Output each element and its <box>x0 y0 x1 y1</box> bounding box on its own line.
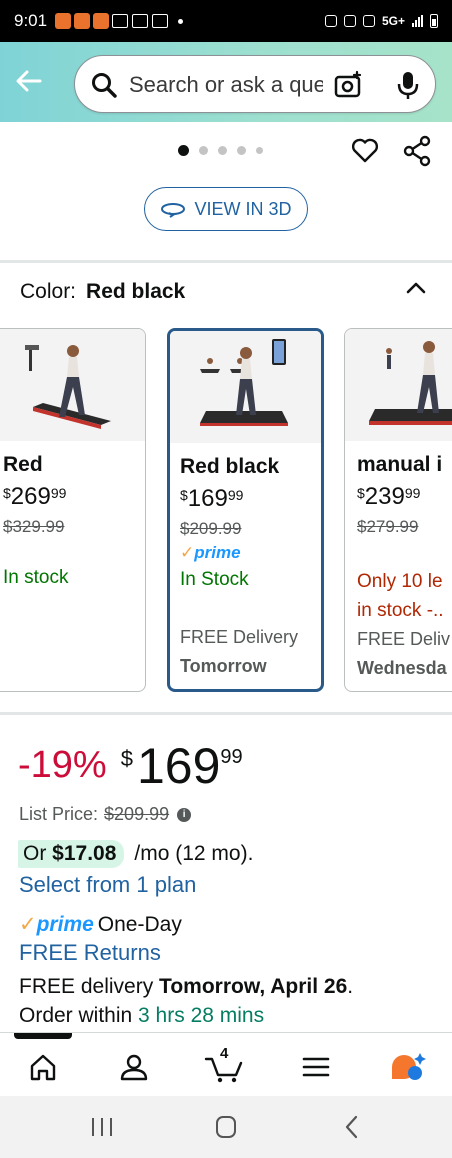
variant-stock: In stock <box>3 567 69 588</box>
discount-percent: -19% <box>18 744 107 786</box>
home-icon[interactable] <box>23 1047 63 1087</box>
notification-app-icon <box>93 13 110 29</box>
section-divider <box>0 712 452 715</box>
view-in-3d-button[interactable]: VIEW IN 3D <box>144 187 308 231</box>
monthly-payment: Or $17.08 /mo (12 mo). <box>18 840 253 868</box>
more-notifications-dot <box>178 18 184 24</box>
selected-color: Red black <box>86 280 186 303</box>
list-price-label: List Price: <box>19 804 99 824</box>
notification-app-icon <box>74 13 91 29</box>
cart-count: 4 <box>220 1045 229 1062</box>
active-tab-indicator <box>14 1033 72 1039</box>
prime-badge-placeholder <box>357 541 452 563</box>
prime-badge-placeholder <box>3 541 145 563</box>
chevron-up-icon[interactable] <box>404 278 428 298</box>
signal-icon <box>412 15 423 27</box>
variant-price: $239 99 <box>357 483 421 510</box>
rufus-icon[interactable] <box>388 1047 428 1087</box>
variant-list-price: $329.99 <box>3 517 65 536</box>
status-bar: 9:01 5G+ <box>0 0 452 42</box>
system-navigation-bar <box>0 1096 452 1158</box>
prime-check-icon: ✓ <box>19 913 37 936</box>
search-icon[interactable] <box>91 72 117 98</box>
variant-image <box>0 329 145 441</box>
search-input[interactable] <box>129 70 323 100</box>
carousel-dot[interactable] <box>199 146 208 155</box>
prime-badge: ✓prime <box>180 543 241 562</box>
carousel-dot[interactable] <box>218 146 227 155</box>
prime-logo: ✓prime <box>19 913 94 936</box>
menu-icon[interactable] <box>296 1047 336 1087</box>
carousel-dot[interactable] <box>178 145 189 156</box>
share-icon[interactable] <box>402 135 432 167</box>
delivery-date: Tomorrow, April 26 <box>159 975 348 998</box>
color-option-manual[interactable]: manual i $239 99 $279.99 Only 10 le in st… <box>344 328 452 692</box>
info-icon[interactable]: i <box>177 807 192 822</box>
variant-list-price: $209.99 <box>180 519 242 538</box>
prime-check-icon: ✓ <box>180 543 195 562</box>
back-arrow-icon[interactable] <box>14 66 44 96</box>
notification-icon <box>132 14 149 28</box>
monthly-suffix: /mo (12 mo). <box>134 842 254 865</box>
account-icon[interactable] <box>114 1047 154 1087</box>
list-price: List Price: $209.99 i <box>19 804 192 825</box>
recent-apps-icon[interactable] <box>87 1114 117 1140</box>
price-cents: 99 <box>220 746 243 768</box>
carousel-dot[interactable] <box>256 147 263 154</box>
section-divider <box>0 260 452 263</box>
status-icons: 5G+ <box>324 14 438 28</box>
select-plan-link[interactable]: Select from 1 plan <box>19 872 196 898</box>
monthly-highlight: Or $17.08 <box>18 840 125 868</box>
prime-one-day: ✓prime One-Day <box>19 912 182 937</box>
rotate-3d-icon <box>161 203 186 218</box>
cart-icon[interactable]: 4 <box>204 1045 244 1087</box>
price-currency: $ <box>120 746 133 771</box>
variant-delivery: FREE Delivery Tomorrow <box>180 627 299 676</box>
color-label: Color: <box>20 280 77 303</box>
status-time: 9:01 <box>14 11 48 30</box>
camera-search-icon[interactable] <box>333 70 363 100</box>
color-option-red-black[interactable]: Red black $169 99 $209.99 ✓prime In Stock… <box>167 328 324 692</box>
mute-icon <box>362 15 375 27</box>
carousel-dot[interactable] <box>237 146 246 155</box>
variant-name: Red <box>3 453 43 476</box>
color-option-red[interactable]: Red $269 99 $329.99 In stock <box>0 328 146 692</box>
variant-delivery: FREE Deliv Wednesda <box>357 629 451 678</box>
notification-icon <box>152 14 169 28</box>
heart-icon[interactable] <box>350 135 380 165</box>
countdown-time: 3 hrs 28 mins <box>138 1004 265 1027</box>
alarm-icon <box>343 15 356 27</box>
notification-icon <box>112 14 129 28</box>
notification-app-icon <box>55 13 72 29</box>
nfc-icon <box>324 15 337 27</box>
variant-image <box>170 331 321 443</box>
variant-price: $269 99 <box>3 483 67 510</box>
back-button-icon[interactable] <box>337 1114 367 1140</box>
free-returns-link[interactable]: FREE Returns <box>19 940 161 966</box>
variant-list-price: $279.99 <box>357 517 419 536</box>
color-selector-header[interactable]: Color: Red black <box>20 280 185 304</box>
variant-stock: In Stock <box>180 569 249 590</box>
variant-stock: Only 10 le in stock -.. <box>357 571 444 621</box>
home-button-icon[interactable] <box>211 1114 241 1140</box>
variant-price: $169 99 <box>180 485 244 512</box>
network-type: 5G+ <box>381 14 405 28</box>
list-price-value: $209.99 <box>104 804 170 824</box>
header-bar <box>0 42 452 122</box>
variant-image <box>345 329 452 441</box>
battery-icon <box>430 14 438 28</box>
one-day-label: One-Day <box>97 912 182 936</box>
bottom-navigation: 4 <box>0 1032 452 1096</box>
variant-name: Red black <box>180 455 280 478</box>
order-within: Order within 3 hrs 28 mins <box>19 1004 265 1027</box>
search-box[interactable] <box>74 55 436 113</box>
price-block: -19% $ 169 99 <box>18 740 243 792</box>
price-whole: 169 <box>136 738 221 794</box>
variant-name: manual i <box>357 453 443 476</box>
image-carousel-dots <box>178 145 263 156</box>
view-in-3d-label: VIEW IN 3D <box>194 198 292 219</box>
microphone-icon[interactable] <box>393 69 423 101</box>
delivery-info: FREE delivery Tomorrow, April 26. <box>19 975 354 998</box>
